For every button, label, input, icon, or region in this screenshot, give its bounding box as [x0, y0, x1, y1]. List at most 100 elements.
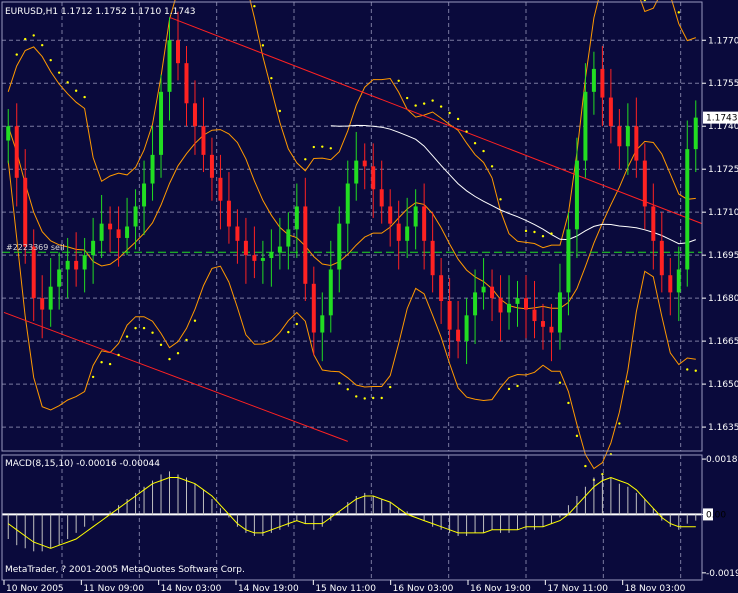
candle-body [396, 223, 401, 241]
candle-body [269, 252, 274, 259]
candle-body [91, 240, 96, 256]
candle-body [108, 223, 113, 230]
candle-body [676, 269, 681, 293]
parabolic-sar-dot [490, 165, 494, 168]
parabolic-sar-dot [414, 104, 417, 107]
parabolic-sar-dot [312, 145, 316, 149]
candle-body [617, 126, 622, 147]
parabolic-sar-dot [575, 434, 579, 438]
candle-body [167, 40, 172, 92]
parabolic-sar-dot [677, 11, 680, 14]
parabolic-sar-dot [422, 102, 426, 105]
parabolic-sar-dot [524, 229, 528, 233]
parabolic-sar-dot [338, 382, 341, 385]
candle-body [252, 255, 257, 261]
parabolic-sar-dot [405, 96, 409, 100]
parabolic-sar-dot [15, 53, 18, 56]
parabolic-sar-dot [465, 130, 468, 133]
macd-tick-label: 0.0018 [706, 455, 738, 465]
candle-body [498, 298, 503, 313]
candle-body [48, 286, 53, 310]
price-tick-label: 1.1740 [708, 122, 738, 132]
candle-body [532, 309, 537, 322]
candle-body [507, 303, 512, 313]
candle-body [74, 260, 79, 270]
current-price-label: 1.1743 [706, 114, 738, 124]
candle-body [608, 97, 613, 127]
candle-body [159, 91, 164, 155]
parabolic-sar-dot [686, 368, 689, 371]
candle-body [243, 240, 248, 256]
parabolic-sar-dot [321, 145, 324, 148]
parabolic-sar-dot [329, 147, 332, 150]
candle-body [574, 160, 579, 230]
candle-body [430, 240, 435, 276]
price-tick-label: 1.1650 [708, 380, 738, 390]
parabolic-sar-dot [584, 464, 587, 468]
candle-body [515, 298, 520, 304]
candle-body [303, 206, 308, 284]
candle-body [260, 258, 265, 261]
candle-body [456, 329, 461, 342]
candle-body [40, 298, 45, 310]
candle-body [235, 226, 240, 241]
parabolic-sar-dot [482, 149, 485, 153]
parabolic-sar-dot [567, 401, 570, 405]
parabolic-sar-dot [134, 326, 137, 330]
candle-body [354, 160, 359, 184]
price-tick-label: 1.1695 [708, 251, 738, 261]
parabolic-sar-dot [49, 58, 52, 62]
candle-body [481, 286, 486, 293]
parabolic-sar-dot [40, 43, 44, 47]
price-tick-label: 1.1635 [708, 423, 738, 433]
symbol-header: EURUSD,H1 1.1712 1.1752 1.1710 1.1743 [5, 7, 196, 17]
parabolic-sar-dot [448, 111, 451, 115]
time-tick-label: 14 Nov 03:00 [161, 584, 222, 593]
time-tick-label: 16 Nov 03:00 [393, 584, 454, 593]
parabolic-sar-dot [168, 357, 171, 361]
candle-body [65, 260, 70, 270]
parabolic-sar-dot [626, 380, 630, 383]
candle-body [57, 269, 62, 287]
candle-body [286, 229, 291, 247]
macd-tick-label: 0.00 [706, 510, 726, 520]
parabolic-sar-dot [261, 44, 265, 47]
parabolic-sar-dot [193, 319, 197, 322]
candle-body [447, 301, 452, 330]
candle-body [524, 298, 528, 310]
parabolic-sar-dot [456, 117, 460, 121]
candle-body [549, 326, 554, 333]
candle-body [464, 315, 469, 342]
candle-body [142, 183, 147, 207]
candle-body [490, 286, 495, 299]
candle-body [116, 229, 121, 238]
parabolic-sar-dot [295, 322, 299, 326]
candle-body [31, 246, 36, 299]
parabolic-sar-dot [176, 352, 180, 355]
price-tick-label: 1.1770 [708, 36, 738, 46]
candle-body [277, 246, 282, 253]
candle-body [328, 269, 333, 316]
trading-chart[interactable]: 1.1635 1.1650 1.1665 1.1680 1.1695 1.1710 1.17… [0, 0, 738, 593]
parabolic-sar-dot [397, 79, 400, 82]
time-tick-label: 18 Nov 03:00 [625, 584, 686, 593]
candle-body [583, 91, 588, 161]
parabolic-sar-dot [287, 330, 290, 334]
candle-body [591, 68, 596, 92]
candle-body [311, 283, 316, 333]
parabolic-sar-dot [125, 335, 129, 338]
parabolic-sar-dot [355, 395, 358, 398]
parabolic-sar-dot [74, 89, 78, 92]
candle-body [685, 149, 690, 270]
candle-body [133, 206, 138, 227]
parabolic-sar-dot [388, 385, 392, 389]
parabolic-sar-dot [185, 338, 188, 342]
parabolic-sar-dot [694, 369, 697, 372]
candle-body [379, 189, 384, 207]
price-tick-label: 1.1725 [708, 165, 738, 175]
order-label: #2223369 sell [6, 243, 64, 252]
candle-body [320, 315, 325, 333]
candle-body [405, 226, 410, 241]
candle-body [23, 177, 28, 247]
parabolic-sar-dot [91, 375, 95, 379]
